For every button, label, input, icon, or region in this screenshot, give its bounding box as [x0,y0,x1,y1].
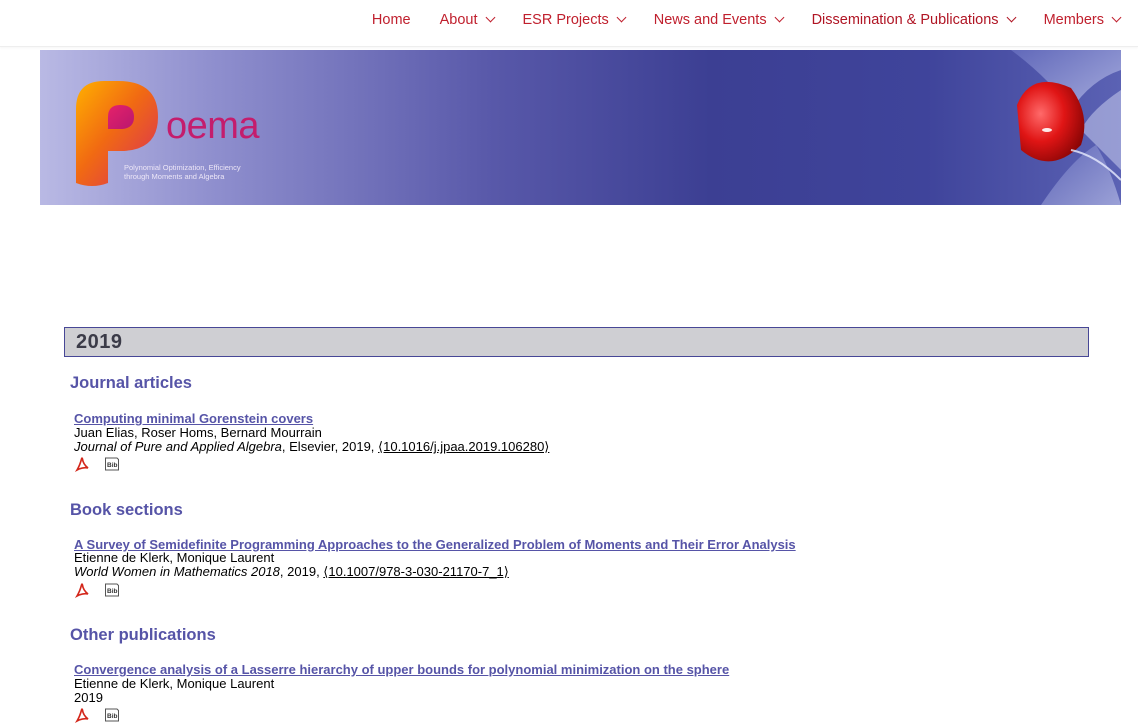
nav-news-events[interactable]: News and Events [653,12,785,28]
doi-link[interactable]: ⟨10.1016/j.jpaa.2019.106280⟩ [378,439,549,454]
header-banner: oema Polynomial Optimization, Efficiency… [40,50,1121,205]
logo-wordmark: oema [166,105,260,147]
nav-home[interactable]: Home [372,12,411,28]
logo-subtitle-line2: through Moments and Algebra [124,172,225,181]
publication-authors: Juan Elias, Roser Homs, Bernard Mourrain [74,425,322,440]
publication-title-link[interactable]: Computing minimal Gorenstein covers [74,411,313,426]
publication-details: , 2019, [279,564,324,579]
bibtex-icon[interactable]: Bib [104,456,120,477]
nav-about[interactable]: About [439,12,495,28]
logo-subtitle-line1: Polynomial Optimization, Efficiency [124,163,241,172]
section-heading-book-sections: Book sections [70,501,183,519]
year-header: 2019 [64,327,1089,357]
year-label: 2019 [76,331,123,353]
chevron-down-icon [774,12,785,23]
bibtex-icon[interactable]: Bib [104,582,120,603]
publication-venue: World Women in Mathematics 2018 [74,564,280,579]
publication-citation: World Women in Mathematics 2018, 2019, ⟨… [74,565,509,579]
section-heading-other-publications: Other publications [70,626,216,644]
nav-esr-projects-label: ESR Projects [522,12,609,28]
nav-esr-projects[interactable]: ESR Projects [522,12,627,28]
nav-menu: Home About ESR Projects News and Events … [372,12,1122,28]
nav-home-label: Home [371,12,411,28]
chevron-down-icon [1111,12,1122,23]
section-heading-journal-articles: Journal articles [70,374,192,392]
publication-authors: Etienne de Klerk, Monique Laurent [74,676,275,691]
bibtex-icon[interactable]: Bib [104,707,120,728]
publication-citation: Journal of Pure and Applied Algebra, Els… [74,440,549,454]
publication-actions: Bib [74,707,120,728]
nav-members[interactable]: Members [1043,12,1122,28]
nav-news-events-label: News and Events [653,12,767,28]
publication-year: 2019 [74,690,103,705]
svg-text:Bib: Bib [107,588,118,595]
pdf-icon[interactable] [74,582,90,603]
chevron-down-icon [485,12,495,23]
publication-title-link[interactable]: Convergence analysis of a Lasserre hiera… [74,662,729,677]
chevron-down-icon [616,12,627,23]
nav-dissemination-label: Dissemination & Publications [811,12,999,28]
publication-details: , Elsevier, 2019, [281,439,379,454]
svg-text:Bib: Bib [107,462,118,469]
chevron-down-icon [1006,12,1017,23]
top-navigation: Home About ESR Projects News and Events … [0,0,1138,47]
svg-text:Bib: Bib [107,713,118,720]
pdf-icon[interactable] [74,456,90,477]
logo-subtitle: Polynomial Optimization, Efficiency thro… [124,163,241,181]
publication-venue: Journal of Pure and Applied Algebra [74,439,282,454]
publication-actions: Bib [74,456,120,477]
pdf-icon[interactable] [74,707,90,728]
decorative-surface-graphic [1011,50,1121,205]
nav-about-label: About [439,12,478,28]
publication-authors: Etienne de Klerk, Monique Laurent [74,550,275,565]
nav-dissemination-publications[interactable]: Dissemination & Publications [811,12,1017,28]
doi-link[interactable]: ⟨10.1007/978-3-030-21170-7_1⟩ [323,564,509,579]
publication-actions: Bib [74,582,120,603]
nav-members-label: Members [1043,12,1104,28]
